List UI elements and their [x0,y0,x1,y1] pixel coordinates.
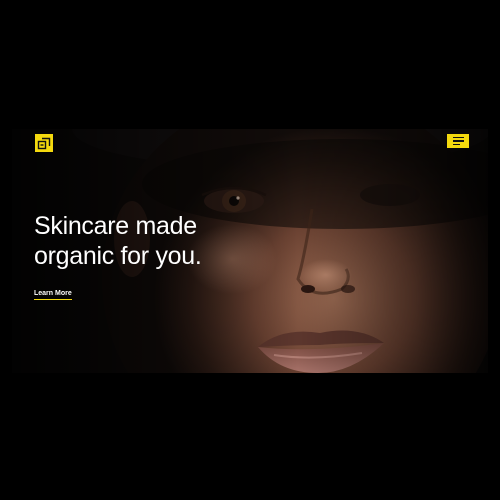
menu-line [452,140,464,142]
hero-headline: Skincare made organic for you. [34,211,202,271]
page: Skincare made organic for you. Learn Mor… [0,0,500,500]
hamburger-menu-icon[interactable] [447,134,469,148]
hero-headline-line-1: Skincare made [34,212,197,240]
menu-line [452,136,464,139]
hero-headline-line-2: organic for you. [34,242,202,270]
hero-section: Skincare made organic for you. Learn Mor… [12,129,488,373]
brand-logo-icon[interactable] [35,134,53,152]
learn-more-link[interactable]: Learn More [34,290,72,300]
menu-line [452,143,460,146]
brand-glyph-icon [37,137,51,150]
